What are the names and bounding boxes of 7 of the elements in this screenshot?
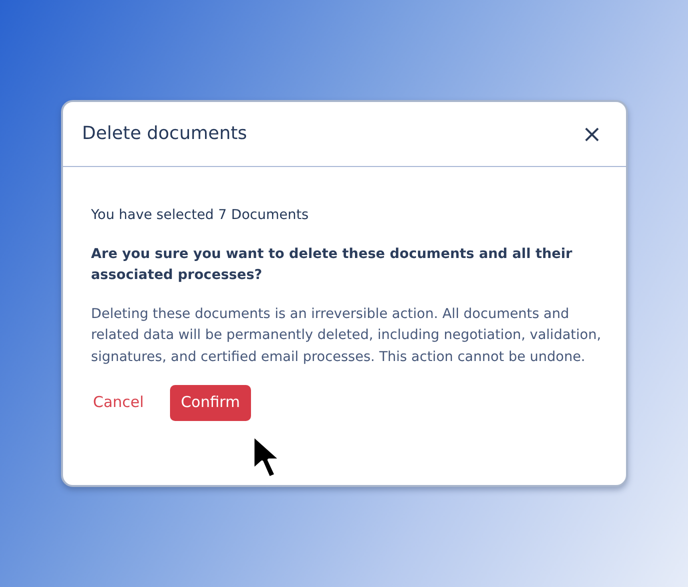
close-button[interactable]: × xyxy=(578,122,606,146)
cancel-button[interactable]: Cancel xyxy=(91,386,146,420)
confirm-button[interactable]: Confirm xyxy=(170,385,251,420)
selection-summary: You have selected 7 Documents xyxy=(91,206,310,225)
confirmation-question: Are you sure you want to delete these documents and all their associated processes? xyxy=(91,244,574,285)
warning-text: Deleting these documents is an irreversible action. All documents and related data will be permanently deleted, including negotiation, validation, signatures, and certified email processes. This action cannot be undone. xyxy=(91,304,602,366)
dialog-title: Delete documents xyxy=(82,123,248,145)
